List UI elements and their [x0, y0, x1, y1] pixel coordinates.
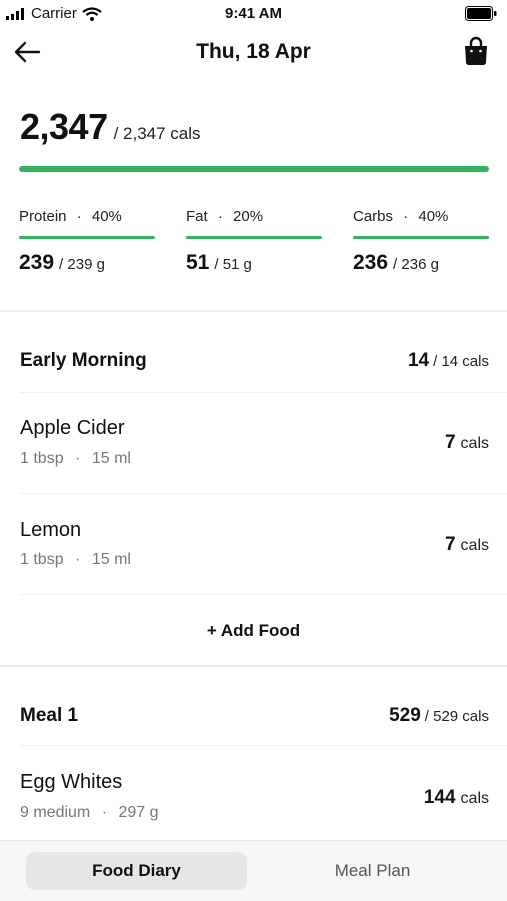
section-header-early-morning[interactable]: Early Morning 14 / 14 cals — [0, 312, 507, 392]
food-name: Lemon — [20, 519, 82, 541]
food-serving: 9 medium · 297 g — [20, 804, 159, 822]
food-calories: 144 cals — [424, 787, 489, 809]
macro-label: Fat · 20% — [186, 208, 322, 230]
separator-dot: · — [75, 551, 81, 568]
food-cal-unit: cals — [460, 537, 489, 554]
macro-amount: 239 — [19, 251, 55, 274]
food-amount: 1 tbsp — [20, 450, 64, 467]
separator-dot: · — [101, 804, 108, 821]
macro-amount: 236 — [353, 251, 389, 274]
macro-value: 239 / 239 g — [19, 251, 155, 275]
food-cal-value: 7 — [444, 534, 456, 555]
nav-header: Thu, 18 Apr — [0, 28, 507, 76]
macro-name: Fat — [186, 208, 208, 225]
macro-progress-bar — [19, 236, 155, 239]
tab-meal-plan[interactable]: Meal Plan — [262, 852, 483, 890]
macro-value: 236 / 236 g — [353, 251, 489, 275]
food-serving: 1 tbsp · 15 ml — [20, 450, 131, 468]
section-cal-value: 529 — [389, 705, 421, 726]
section-header-meal-1[interactable]: Meal 1 529 / 529 cals — [0, 667, 507, 745]
section-cal-target: / 14 cals — [433, 353, 489, 370]
tab-food-diary[interactable]: Food Diary — [26, 852, 247, 890]
calories-target: / 2,347 cals — [113, 124, 201, 143]
macro-value: 51 / 51 g — [186, 251, 322, 275]
macro-target: / 51 g — [214, 256, 252, 273]
separator-dot: · — [76, 208, 82, 225]
food-weight: 15 ml — [91, 450, 131, 467]
macro-amount: 51 — [186, 251, 210, 274]
section-calories: 14 / 14 cals — [408, 350, 489, 372]
separator-dot: · — [217, 208, 223, 225]
macro-progress-bar — [353, 236, 489, 239]
row-divider — [20, 594, 507, 595]
macro-percent: 20% — [233, 208, 264, 225]
macro-protein: Protein · 40% 239 / 239 g — [19, 208, 155, 275]
add-food-button[interactable]: + Add Food — [0, 621, 507, 641]
food-calories: 7 cals — [445, 432, 489, 454]
macro-fat: Fat · 20% 51 / 51 g — [186, 208, 322, 275]
separator-dot: · — [75, 450, 81, 467]
shopping-bag-icon — [465, 36, 487, 65]
macro-progress-bar — [186, 236, 322, 239]
status-time: 9:41 AM — [225, 5, 282, 22]
food-amount: 1 tbsp — [20, 551, 64, 568]
food-cal-unit: cals — [460, 435, 489, 452]
bottom-tab-bar: Food Diary Meal Plan — [0, 840, 507, 901]
macro-target: / 236 g — [393, 256, 439, 273]
food-item-lemon[interactable]: Lemon 1 tbsp · 15 ml 7 cals — [0, 494, 507, 594]
macro-percent: 40% — [91, 208, 122, 225]
food-weight: 297 g — [118, 804, 159, 821]
section-cal-target: / 529 cals — [424, 708, 489, 725]
section-calories: 529 / 529 cals — [389, 705, 489, 727]
food-cal-value: 7 — [444, 432, 456, 453]
battery-icon — [465, 6, 497, 25]
food-cal-unit: cals — [460, 790, 489, 807]
section-title: Early Morning — [20, 350, 147, 371]
food-name: Egg Whites — [20, 771, 123, 793]
page-title: Thu, 18 Apr — [196, 40, 311, 63]
calories-consumed: 2,347 — [20, 106, 108, 147]
macro-name: Carbs — [353, 208, 394, 225]
macro-percent: 40% — [418, 208, 449, 225]
section-title: Meal 1 — [20, 705, 79, 726]
food-weight: 15 ml — [91, 551, 131, 568]
food-item-apple-cider[interactable]: Apple Cider 1 tbsp · 15 ml 7 cals — [0, 393, 507, 493]
separator-dot: · — [403, 208, 409, 225]
food-name: Apple Cider — [20, 417, 125, 439]
macro-target: / 239 g — [59, 256, 105, 273]
macro-label: Carbs · 40% — [353, 208, 489, 230]
food-item-egg-whites[interactable]: Egg Whites 9 medium · 297 g 144 cals — [0, 746, 507, 840]
food-calories: 7 cals — [445, 534, 489, 556]
status-bar: Carrier 9:41 AM — [0, 0, 507, 28]
section-cal-value: 14 — [407, 350, 430, 371]
macro-name: Protein — [19, 208, 67, 225]
macro-label: Protein · 40% — [19, 208, 155, 230]
macro-carbs: Carbs · 40% 236 / 236 g — [353, 208, 489, 275]
food-amount: 9 medium — [20, 804, 91, 821]
food-cal-value: 144 — [423, 787, 456, 808]
shopping-bag-button[interactable] — [463, 36, 489, 71]
food-serving: 1 tbsp · 15 ml — [20, 551, 131, 569]
macros-summary: Protein · 40% 239 / 239 g Fat · 20% 51 /… — [19, 208, 489, 275]
calorie-progress-bar — [19, 166, 489, 172]
calorie-total: 2,347 / 2,347 cals — [20, 106, 201, 148]
